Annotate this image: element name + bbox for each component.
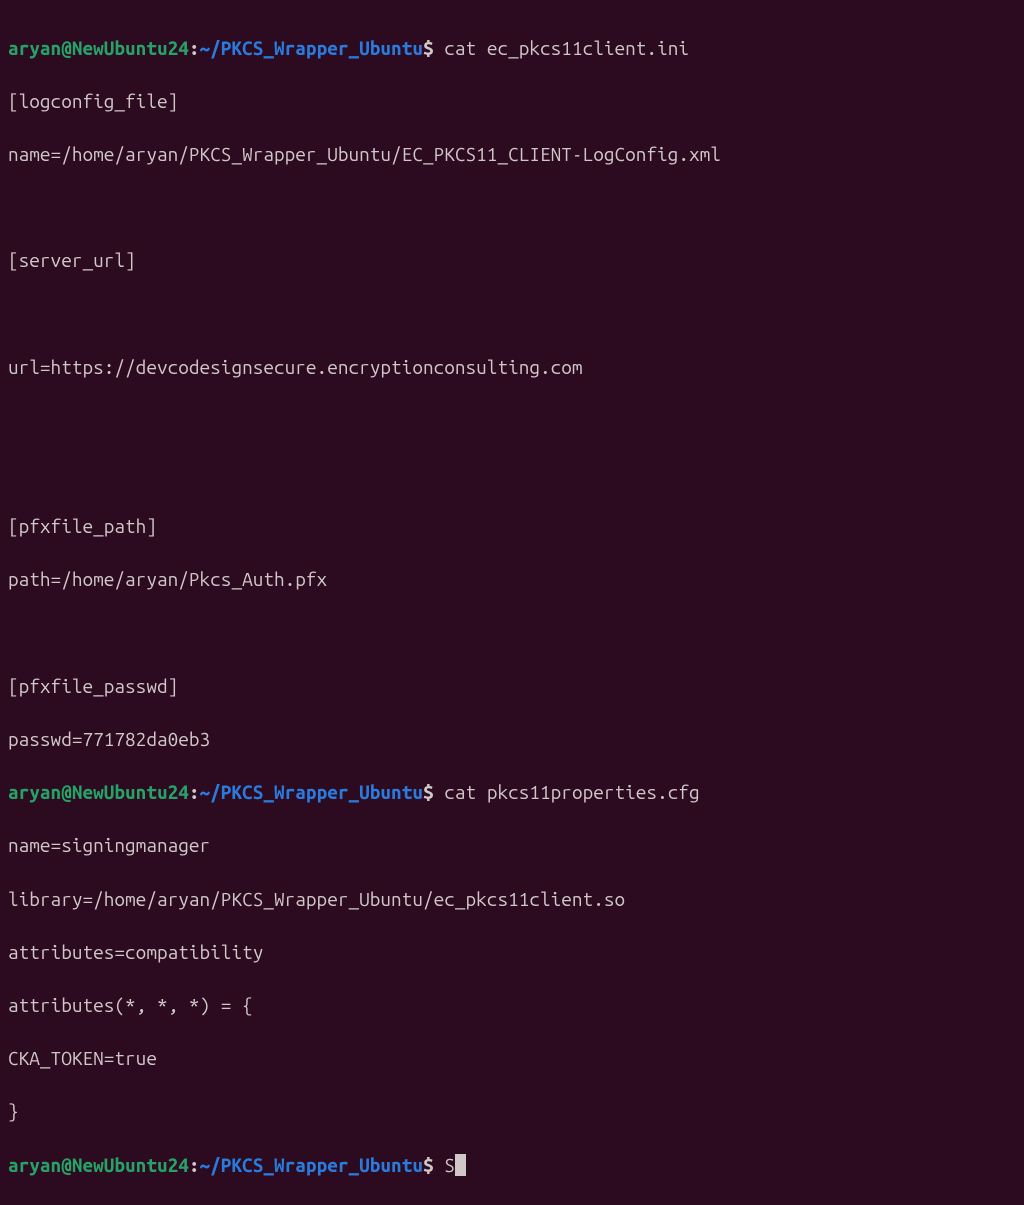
output-line: CKA_TOKEN=true xyxy=(8,1045,1016,1072)
command-input[interactable]: S xyxy=(444,1154,455,1176)
command-text: cat ec_pkcs11client.ini xyxy=(444,37,689,59)
output-blank-line xyxy=(8,301,1016,328)
prompt-symbol: $ xyxy=(423,781,444,803)
output-line: path=/home/aryan/Pkcs_Auth.pfx xyxy=(8,566,1016,593)
prompt-user-host: aryan@NewUbuntu24 xyxy=(8,1154,189,1176)
output-line: } xyxy=(8,1098,1016,1125)
output-line: [logconfig_file] xyxy=(8,88,1016,115)
cursor-icon xyxy=(455,1154,466,1176)
prompt-user-host: aryan@NewUbuntu24 xyxy=(8,37,189,59)
prompt-line-3: aryan@NewUbuntu24:~/PKCS_Wrapper_Ubuntu$… xyxy=(8,1152,1016,1179)
output-blank-line xyxy=(8,407,1016,434)
output-blank-line xyxy=(8,194,1016,221)
output-line: library=/home/aryan/PKCS_Wrapper_Ubuntu/… xyxy=(8,886,1016,913)
prompt-separator: : xyxy=(189,37,200,59)
prompt-cwd: ~/PKCS_Wrapper_Ubuntu xyxy=(200,1154,423,1176)
command-text: cat pkcs11properties.cfg xyxy=(444,781,699,803)
output-blank-line xyxy=(8,620,1016,647)
output-line: name=signingmanager xyxy=(8,832,1016,859)
output-line: attributes=compatibility xyxy=(8,939,1016,966)
prompt-line-1: aryan@NewUbuntu24:~/PKCS_Wrapper_Ubuntu$… xyxy=(8,35,1016,62)
prompt-cwd: ~/PKCS_Wrapper_Ubuntu xyxy=(200,781,423,803)
output-line: [pfxfile_path] xyxy=(8,513,1016,540)
prompt-cwd: ~/PKCS_Wrapper_Ubuntu xyxy=(200,37,423,59)
output-blank-line xyxy=(8,460,1016,487)
prompt-line-2: aryan@NewUbuntu24:~/PKCS_Wrapper_Ubuntu$… xyxy=(8,779,1016,806)
prompt-symbol: $ xyxy=(423,1154,444,1176)
output-line: url=https://devcodesignsecure.encryption… xyxy=(8,354,1016,381)
prompt-user-host: aryan@NewUbuntu24 xyxy=(8,781,189,803)
output-line: attributes(*, *, *) = { xyxy=(8,992,1016,1019)
output-line: [server_url] xyxy=(8,247,1016,274)
terminal-window[interactable]: aryan@NewUbuntu24:~/PKCS_Wrapper_Ubuntu$… xyxy=(8,8,1016,1205)
prompt-symbol: $ xyxy=(423,37,444,59)
output-line: name=/home/aryan/PKCS_Wrapper_Ubuntu/EC_… xyxy=(8,141,1016,168)
prompt-separator: : xyxy=(189,1154,200,1176)
output-line: passwd=771782da0eb3 xyxy=(8,726,1016,753)
prompt-separator: : xyxy=(189,781,200,803)
output-line: [pfxfile_passwd] xyxy=(8,673,1016,700)
